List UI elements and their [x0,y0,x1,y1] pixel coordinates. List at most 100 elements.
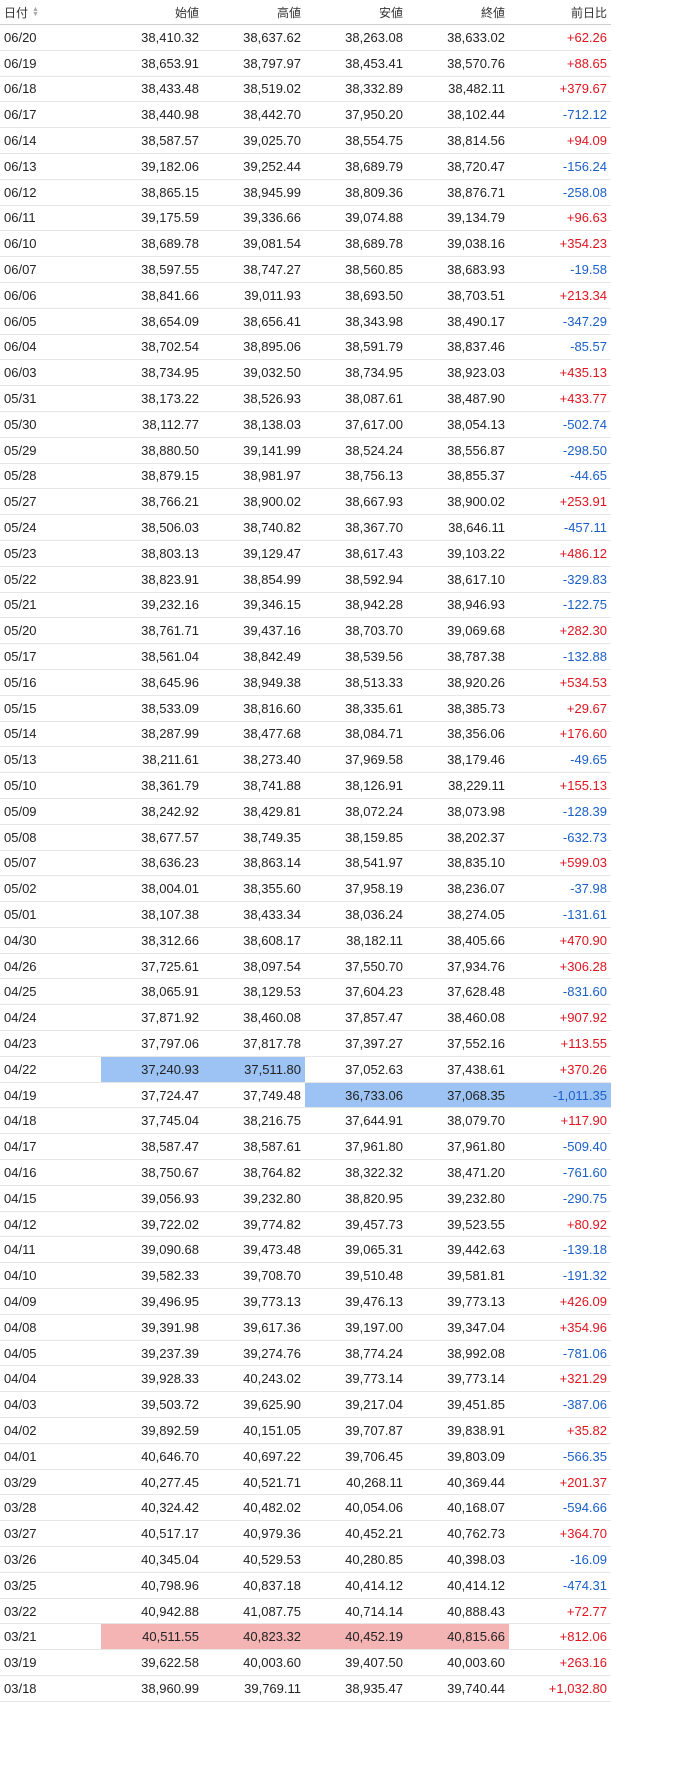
table-row[interactable]: 04/08 39,391.98 39,617.36 39,197.00 39,347.0… [0,1315,611,1341]
row-open: 38,211.61 [142,752,199,768]
table-row[interactable]: 05/15 38,533.09 38,816.60 38,335.61 38,385.7… [0,696,611,722]
table-row[interactable]: 04/11 39,090.68 39,473.48 39,065.31 39,442.6… [0,1237,611,1264]
table-row[interactable]: 05/27 38,766.21 38,900.02 38,667.93 38,900.0… [0,489,611,516]
table-row[interactable]: 03/25 40,798.96 40,837.18 40,414.12 40,414.1… [0,1573,611,1599]
table-row[interactable]: 03/27 40,517.17 40,979.36 40,452.21 40,762.7… [0,1521,611,1548]
table-row[interactable]: 06/06 38,841.66 39,011.93 38,693.50 38,703.5… [0,283,611,309]
row-close: 38,229.11 [448,778,505,793]
header-close[interactable]: 終値 [407,4,509,21]
table-row[interactable]: 05/29 38,880.50 39,141.99 38,524.24 38,556.8… [0,438,611,464]
row-low: 38,689.78 [345,236,403,252]
table-row[interactable]: 05/13 38,211.61 38,273.40 37,969.58 38,179.4… [0,747,611,774]
row-low: 38,820.95 [345,1190,403,1206]
table-row[interactable]: 05/17 38,561.04 38,842.49 38,539.56 38,787.3… [0,644,611,670]
table-row[interactable]: 04/18 37,745.04 38,216.75 37,644.91 38,079.7… [0,1108,611,1135]
table-row[interactable]: 04/19 37,724.47 37,749.48 36,733.06 37,068.3… [0,1082,611,1109]
header-high[interactable]: 高値 [203,4,305,21]
table-row[interactable]: 04/10 39,582.33 39,708.70 39,510.48 39,581.8… [0,1263,611,1290]
table-row[interactable]: 05/10 38,361.79 38,741.88 38,126.91 38,229.1… [0,773,611,799]
table-row[interactable]: 04/22 37,240.93 37,511.80 37,052.63 37,438.6… [0,1056,611,1083]
sort-toggle-icon[interactable]: ▲ ▼ [32,6,39,18]
table-row[interactable]: 05/02 38,004.01 38,355.60 37,958.19 38,236.0… [0,876,611,903]
table-row[interactable]: 03/21 40,511.55 40,823.32 40,452.19 40,815.6… [0,1624,611,1651]
row-high: 39,625.90 [243,1397,301,1413]
table-row[interactable]: 06/20 38,410.32 38,637.62 38,263.08 38,633.0… [0,25,611,51]
header-change[interactable]: 前日比 [509,4,611,21]
table-row[interactable]: 04/23 37,797.06 37,817.78 37,397.27 37,552.1… [0,1031,611,1057]
table-row[interactable]: 04/17 38,587.47 38,587.61 37,961.80 37,961.8… [0,1134,611,1161]
row-change: +306.28 [559,958,607,974]
table-row[interactable]: 06/19 38,653.91 38,797.97 38,453.41 38,570.7… [0,51,611,77]
header-date[interactable]: 日付 ▲ ▼ [0,4,101,21]
table-row[interactable]: 06/05 38,654.09 38,656.41 38,343.98 38,490.1… [0,309,611,335]
row-date: 06/12 [4,184,37,200]
table-row[interactable]: 04/05 39,237.39 39,274.76 38,774.24 38,992.0… [0,1341,611,1367]
table-row[interactable]: 03/29 40,277.45 40,521.71 40,268.11 40,369.4… [0,1470,611,1496]
table-row[interactable]: 04/16 38,750.67 38,764.82 38,322.32 38,471.2… [0,1160,611,1186]
row-high: 38,741.88 [243,778,301,793]
table-row[interactable]: 04/03 39,503.72 39,625.90 39,217.04 39,451.8… [0,1392,611,1419]
row-high: 40,697.22 [243,1448,301,1464]
table-row[interactable]: 04/01 40,646.70 40,697.22 39,706.45 39,803.0… [0,1444,611,1470]
table-row[interactable]: 05/21 39,232.16 39,346.15 38,942.28 38,946.9… [0,593,611,619]
table-row[interactable]: 05/16 38,645.96 38,949.38 38,513.33 38,920.2… [0,670,611,696]
row-change: +426.09 [559,1293,607,1309]
table-row[interactable]: 05/01 38,107.38 38,433.34 38,036.24 38,274.0… [0,902,611,928]
table-row[interactable]: 04/09 39,496.95 39,773.13 39,476.13 39,773.1… [0,1289,611,1315]
table-row[interactable]: 06/17 38,440.98 38,442.70 37,950.20 38,102.4… [0,102,611,129]
table-row[interactable]: 04/25 38,065.91 38,129.53 37,604.23 37,628.4… [0,979,611,1006]
table-row[interactable]: 06/10 38,689.78 39,081.54 38,689.78 39,038.1… [0,231,611,258]
table-row[interactable]: 04/02 39,892.59 40,151.05 39,707.87 39,838.9… [0,1418,611,1444]
table-row[interactable]: 06/04 38,702.54 38,895.06 38,591.79 38,837.4… [0,335,611,361]
table-row[interactable]: 05/28 38,879.15 38,981.97 38,756.13 38,855.3… [0,464,611,490]
table-row[interactable]: 05/22 38,823.91 38,854.99 38,592.94 38,617.1… [0,567,611,593]
table-row[interactable]: 03/22 40,942.88 41,087.75 40,714.14 40,888.4… [0,1599,611,1625]
row-open: 38,654.09 [141,313,199,329]
table-row[interactable]: 05/08 38,677.57 38,749.35 38,159.85 38,202.3… [0,825,611,851]
row-date: 04/12 [4,1216,37,1232]
table-row[interactable]: 03/18 38,960.99 39,769.11 38,935.47 39,740.4… [0,1676,611,1702]
table-row[interactable]: 05/09 38,242.92 38,429.81 38,072.24 38,073.9… [0,799,611,825]
table-row[interactable]: 04/15 39,056.93 39,232.80 38,820.95 39,232.8… [0,1186,611,1212]
table-row[interactable]: 05/14 38,287.99 38,477.68 38,084.71 38,356.0… [0,722,611,748]
row-high: 40,529.53 [243,1551,301,1567]
table-row[interactable]: 05/07 38,636.23 38,863.14 38,541.97 38,835.1… [0,851,611,877]
table-row[interactable]: 05/24 38,506.03 38,740.82 38,367.70 38,646.1… [0,515,611,541]
row-change: +470.90 [559,932,607,948]
row-date: 05/23 [4,545,37,561]
table-row[interactable]: 06/12 38,865.15 38,945.99 38,809.36 38,876.7… [0,180,611,206]
row-date: 04/19 [4,1087,37,1103]
table-row[interactable]: 05/23 38,803.13 39,129.47 38,617.43 39,103.2… [0,541,611,567]
table-row[interactable]: 03/26 40,345.04 40,529.53 40,280.85 40,398.0… [0,1547,611,1573]
row-change: -139.18 [562,1242,607,1258]
header-low[interactable]: 安値 [305,4,407,21]
table-row[interactable]: 03/19 39,622.58 40,003.60 39,407.50 40,003.6… [0,1650,611,1676]
table-row[interactable]: 04/30 38,312.66 38,608.17 38,182.11 38,405.6… [0,928,611,954]
row-open: 38,587.57 [141,133,199,149]
table-row[interactable]: 06/03 38,734.95 39,032.50 38,734.95 38,923.0… [0,360,611,387]
row-close: 39,232.80 [447,1190,505,1206]
table-row[interactable]: 05/31 38,173.22 38,526.93 38,087.61 38,487.9… [0,386,611,412]
table-row[interactable]: 06/14 38,587.57 39,025.70 38,554.75 38,814.5… [0,128,611,154]
header-open[interactable]: 始値 [101,4,203,21]
row-change: +201.37 [559,1474,607,1490]
table-row[interactable]: 03/28 40,324.42 40,482.02 40,054.06 40,168.0… [0,1495,611,1522]
table-row[interactable]: 04/04 39,928.33 40,243.02 39,773.14 39,773.1… [0,1366,611,1393]
table-row[interactable]: 05/30 38,112.77 38,138.03 37,617.00 38,054.1… [0,412,611,438]
row-high: 38,945.99 [243,184,301,200]
table-row[interactable]: 04/26 37,725.61 38,097.54 37,550.70 37,934.7… [0,954,611,980]
row-open: 38,433.48 [141,81,199,97]
row-date: 03/19 [4,1655,37,1671]
row-change: -387.06 [562,1397,607,1413]
table-row[interactable]: 04/12 39,722.02 39,774.82 39,457.73 39,523.5… [0,1212,611,1238]
table-row[interactable]: 04/24 37,871.92 38,460.08 37,857.47 38,460.0… [0,1005,611,1032]
row-low: 38,182.11 [346,932,403,948]
table-row[interactable]: 06/18 38,433.48 38,519.02 38,332.89 38,482.1… [0,77,611,103]
sort-descending-icon[interactable]: ▼ [32,11,39,18]
table-row[interactable]: 06/11 39,175.59 39,336.66 39,074.88 39,134.7… [0,206,611,232]
row-change: +433.77 [559,391,607,407]
table-row[interactable]: 06/13 39,182.06 39,252.44 38,689.79 38,720.4… [0,154,611,180]
table-row[interactable]: 05/20 38,761.71 39,437.16 38,703.70 39,069.6… [0,618,611,645]
table-row[interactable]: 06/07 38,597.55 38,747.27 38,560.85 38,683.9… [0,257,611,283]
row-close: 38,356.06 [447,726,505,742]
